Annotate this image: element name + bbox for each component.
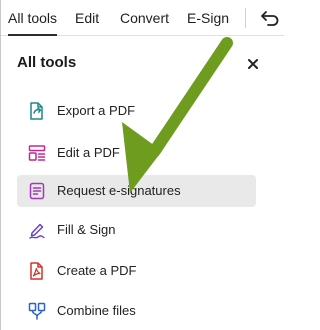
close-button[interactable] [245, 56, 261, 72]
all-tools-panel: All tools Edit Convert E-Sign All tools … [0, 0, 284, 330]
tool-combine-files[interactable]: Combine files [17, 295, 256, 327]
tool-fill-sign[interactable]: Fill & Sign [17, 214, 256, 246]
tab-edit[interactable]: Edit [75, 8, 99, 28]
tool-label: Request e-signatures [57, 183, 181, 198]
tab-e-sign[interactable]: E-Sign [187, 8, 229, 28]
create-pdf-icon [30, 262, 43, 280]
export-pdf-icon [30, 102, 43, 120]
undo-button[interactable] [259, 8, 281, 28]
request-signature-icon [29, 182, 45, 200]
tab-all-tools[interactable]: All tools [8, 8, 58, 36]
tool-label: Create a PDF [57, 263, 137, 278]
tab-divider [245, 8, 246, 28]
tab-convert[interactable]: Convert [120, 8, 169, 28]
tool-export-pdf[interactable]: Export a PDF [17, 95, 256, 127]
undo-icon [261, 11, 279, 26]
close-icon [248, 59, 258, 69]
tool-label: Export a PDF [57, 103, 136, 118]
panel-title: All tools [17, 54, 77, 71]
tool-create-pdf[interactable]: Create a PDF [17, 255, 256, 287]
edit-pdf-icon [28, 145, 46, 161]
tool-label: Combine files [57, 303, 136, 318]
tab-bar: All tools Edit Convert E-Sign [1, 0, 284, 36]
tool-label: Edit a PDF [57, 145, 120, 160]
fill-sign-icon [29, 223, 45, 239]
tool-request-e-signatures[interactable]: Request e-signatures [17, 175, 256, 207]
combine-files-icon [28, 302, 46, 320]
tool-edit-pdf[interactable]: Edit a PDF [17, 137, 256, 169]
tool-label: Fill & Sign [57, 222, 116, 237]
